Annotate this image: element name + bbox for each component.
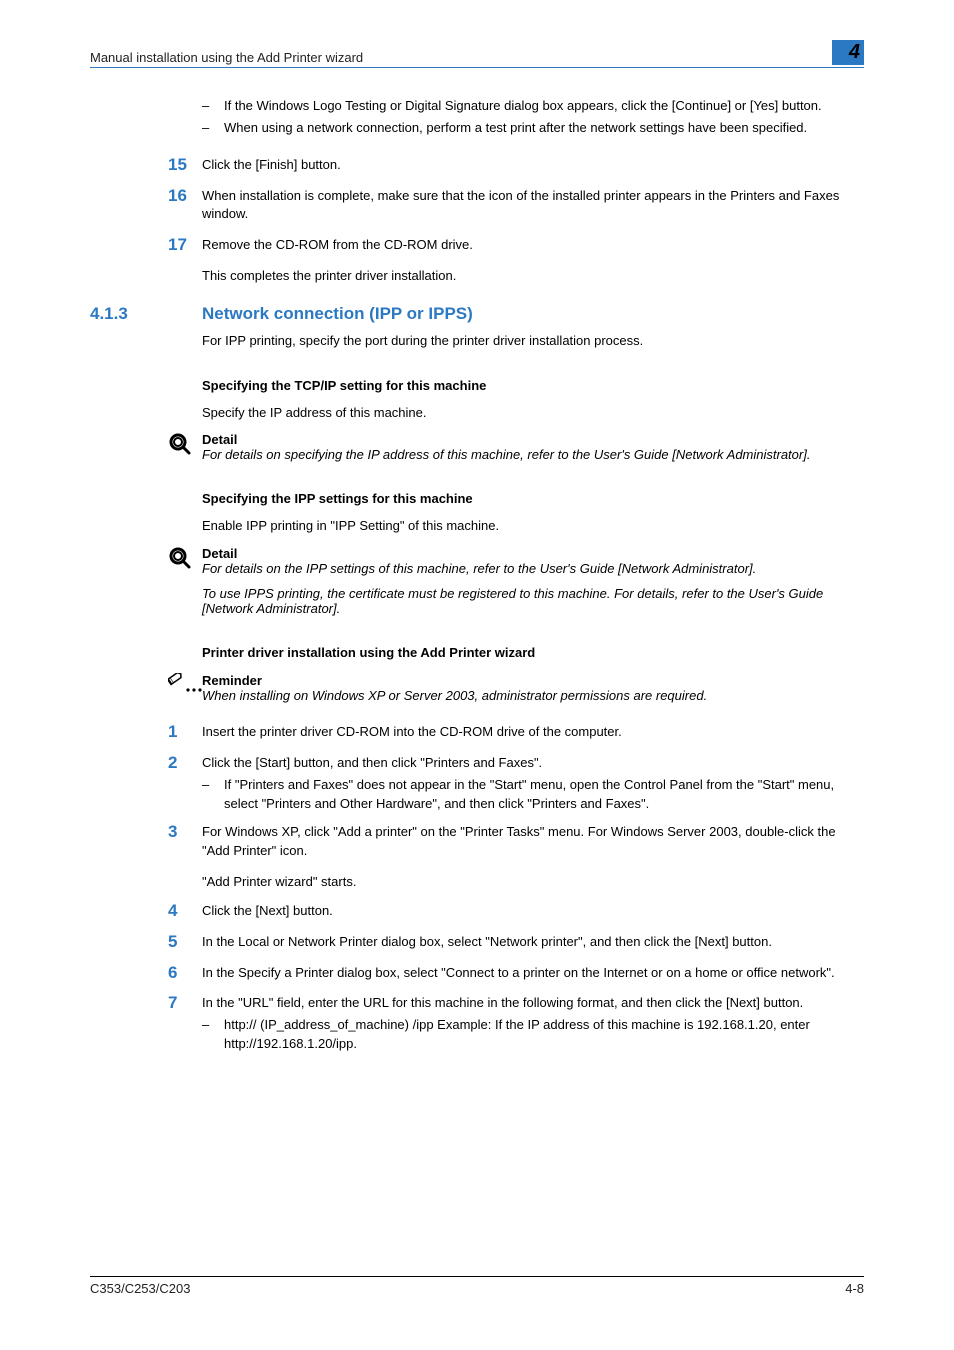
step: 6In the Specify a Printer dialog box, se… [90, 964, 864, 983]
pencil-icon [90, 673, 202, 703]
step-number: 4 [90, 902, 202, 921]
step-text: For Windows XP, click "Add a printer" on… [202, 823, 864, 861]
step-number: 6 [90, 964, 202, 983]
note-body: Detail For details on the IPP settings o… [202, 546, 864, 616]
step-number: 1 [90, 723, 202, 742]
sub-item: – If the Windows Logo Testing or Digital… [202, 97, 864, 116]
note-text: To use IPPS printing, the certificate mu… [202, 586, 864, 616]
note-label: Reminder [202, 673, 864, 688]
step: 16 When installation is complete, make s… [90, 187, 864, 225]
step: 7In the "URL" field, enter the URL for t… [90, 994, 864, 1013]
note: Detail For details on the IPP settings o… [90, 546, 864, 616]
footer-model: C353/C253/C203 [90, 1281, 190, 1296]
section-title: Network connection (IPP or IPPS) [202, 304, 473, 324]
step: 5In the Local or Network Printer dialog … [90, 933, 864, 952]
step-followup: "Add Printer wizard" starts. [202, 873, 864, 892]
note-text: For details on the IPP settings of this … [202, 561, 864, 576]
magnifier-icon [90, 432, 202, 462]
dash: – [202, 97, 224, 116]
step: 1Insert the printer driver CD-ROM into t… [90, 723, 864, 742]
footer-page-number: 4-8 [845, 1281, 864, 1296]
sub-text: If "Printers and Faxes" does not appear … [224, 776, 864, 814]
note: Detail For details on specifying the IP … [90, 432, 864, 462]
section-heading: 4.1.3 Network connection (IPP or IPPS) [90, 304, 864, 324]
chapter-number: 4 [832, 40, 864, 65]
section-intro: For IPP printing, specify the port durin… [202, 332, 864, 351]
page: Manual installation using the Add Printe… [0, 0, 954, 1350]
note-label: Detail [202, 546, 864, 561]
step-number: 2 [90, 754, 202, 773]
step-followup: This completes the printer driver instal… [202, 267, 864, 286]
subheading: Specifying the IPP settings for this mac… [202, 490, 864, 509]
subheading: Printer driver installation using the Ad… [202, 644, 864, 663]
note-body: Detail For details on specifying the IP … [202, 432, 864, 462]
step-number: 17 [90, 236, 202, 255]
step: 15 Click the [Finish] button. [90, 156, 864, 175]
sub-item: –If "Printers and Faxes" does not appear… [202, 776, 864, 814]
step-number: 15 [90, 156, 202, 175]
step-text: In the "URL" field, enter the URL for th… [202, 994, 864, 1013]
dash: – [202, 776, 224, 814]
continuation-subs: – If the Windows Logo Testing or Digital… [202, 97, 864, 138]
page-header: Manual installation using the Add Printe… [90, 40, 864, 68]
note-text: When installing on Windows XP or Server … [202, 688, 864, 703]
paragraph: Specify the IP address of this machine. [202, 404, 864, 423]
note-body: Reminder When installing on Windows XP o… [202, 673, 864, 703]
sub-text: http:// (IP_address_of_machine) /ipp Exa… [224, 1016, 864, 1054]
page-content: – If the Windows Logo Testing or Digital… [90, 68, 864, 1064]
note-text: For details on specifying the IP address… [202, 447, 864, 462]
step-text: Remove the CD-ROM from the CD-ROM drive. [202, 236, 864, 255]
step-text: Click the [Next] button. [202, 902, 864, 921]
subheading: Specifying the TCP/IP setting for this m… [202, 377, 864, 396]
step: 3For Windows XP, click "Add a printer" o… [90, 823, 864, 861]
step-text: Click the [Start] button, and then click… [202, 754, 864, 773]
step: 17 Remove the CD-ROM from the CD-ROM dri… [90, 236, 864, 255]
step-text: Click the [Finish] button. [202, 156, 864, 175]
sub-text: When using a network connection, perform… [224, 119, 864, 138]
step-text: When installation is complete, make sure… [202, 187, 864, 225]
sub-item: – When using a network connection, perfo… [202, 119, 864, 138]
step-number: 16 [90, 187, 202, 225]
dash: – [202, 119, 224, 138]
step-text: Insert the printer driver CD-ROM into th… [202, 723, 864, 742]
magnifier-icon [90, 546, 202, 616]
section-number: 4.1.3 [90, 304, 202, 324]
sub-text: If the Windows Logo Testing or Digital S… [224, 97, 864, 116]
step: 4Click the [Next] button. [90, 902, 864, 921]
note-label: Detail [202, 432, 864, 447]
dash: – [202, 1016, 224, 1054]
step: 2Click the [Start] button, and then clic… [90, 754, 864, 773]
note: Reminder When installing on Windows XP o… [90, 673, 864, 703]
step-number: 7 [90, 994, 202, 1013]
sub-item: –http:// (IP_address_of_machine) /ipp Ex… [202, 1016, 864, 1054]
step-text: In the Specify a Printer dialog box, sel… [202, 964, 864, 983]
step-text: In the Local or Network Printer dialog b… [202, 933, 864, 952]
step-number: 5 [90, 933, 202, 952]
paragraph: Enable IPP printing in "IPP Setting" of … [202, 517, 864, 536]
page-footer: C353/C253/C203 4-8 [90, 1276, 864, 1296]
header-title: Manual installation using the Add Printe… [90, 50, 832, 65]
step-number: 3 [90, 823, 202, 861]
